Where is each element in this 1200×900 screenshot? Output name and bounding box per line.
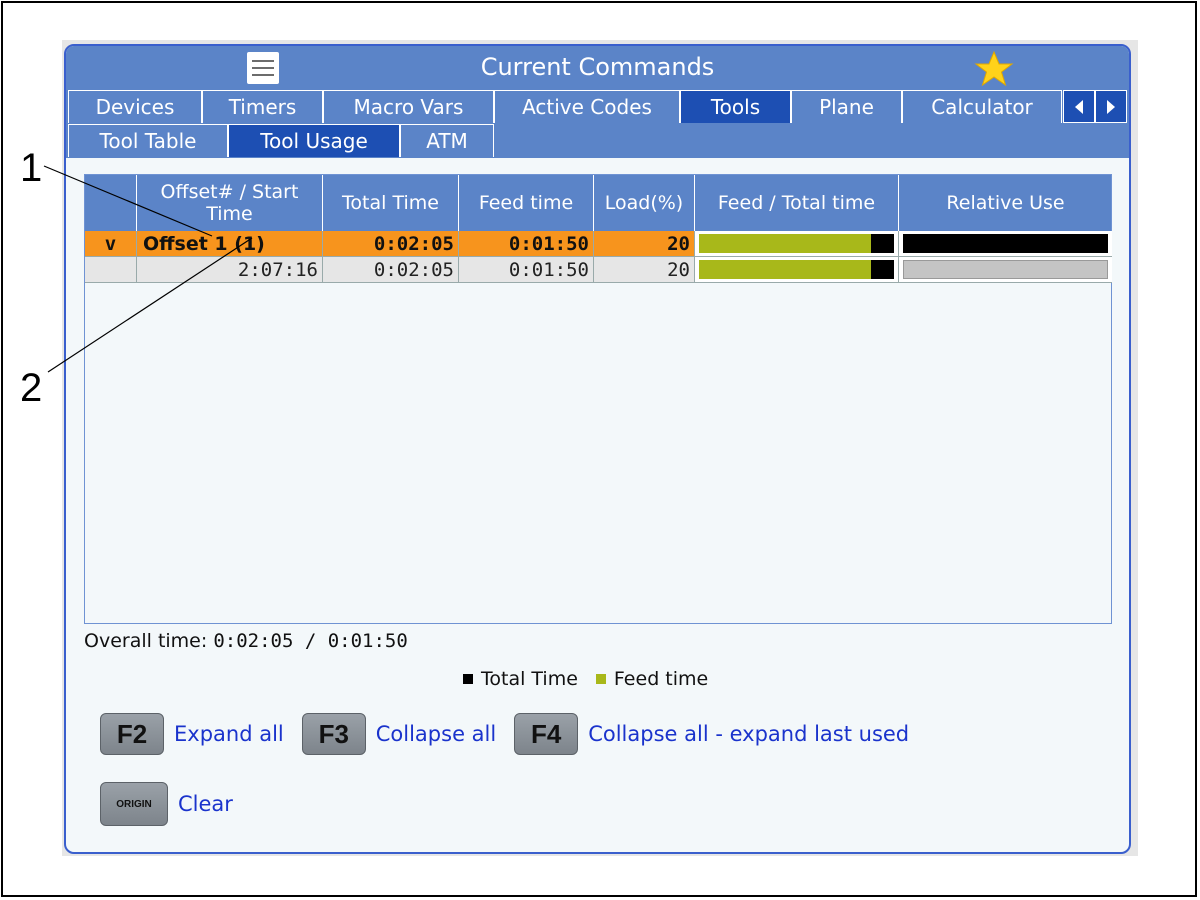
- f3-key[interactable]: F3: [301, 713, 366, 755]
- origin-label: Clear: [178, 792, 233, 816]
- subtab-atm[interactable]: ATM: [400, 124, 494, 157]
- feed-total-bar-cell: [695, 257, 899, 283]
- origin-key[interactable]: ORIGIN: [100, 782, 168, 826]
- load-cell: 20: [594, 257, 695, 283]
- f3-label: Collapse all: [375, 722, 497, 746]
- legend-feed-time: Feed time: [613, 668, 709, 690]
- tab-macro-vars[interactable]: Macro Vars: [323, 90, 494, 123]
- tab-devices[interactable]: Devices: [68, 90, 202, 123]
- legend-swatch-total: [463, 674, 473, 684]
- tab-tools[interactable]: Tools: [680, 90, 791, 123]
- callout-2: 2: [20, 366, 43, 410]
- tab-timers[interactable]: Timers: [202, 90, 323, 123]
- tab-row: Devices Timers Macro Vars Active Codes T…: [66, 90, 1129, 124]
- total-time-bar: [699, 234, 894, 253]
- overall-time-value: 0:02:05 / 0:01:50: [213, 630, 408, 652]
- table-row[interactable]: v Offset 1 (1) 0:02:05 0:01:50 20: [85, 231, 1112, 257]
- header-expander: [85, 175, 137, 231]
- header-feed-time: Feed time: [459, 175, 594, 231]
- origin-key-row: ORIGIN Clear: [100, 782, 251, 826]
- current-commands-window: Current Commands Devices Timers Macro Va…: [64, 44, 1131, 854]
- f2-label: Expand all: [174, 722, 284, 746]
- f4-key[interactable]: F4: [514, 713, 579, 755]
- callout-1: 1: [20, 146, 43, 190]
- relative-use-track: [903, 234, 1108, 253]
- header-feed-total-time: Feed / Total time: [695, 175, 899, 231]
- feed-time-cell: 0:01:50: [459, 231, 594, 257]
- feed-time-bar: [699, 234, 871, 253]
- feed-time-cell: 0:01:50: [459, 257, 594, 283]
- tab-plane[interactable]: Plane: [791, 90, 902, 123]
- arrow-left-icon[interactable]: [1063, 90, 1095, 123]
- legend: Total Time Feed time: [463, 668, 708, 690]
- overall-time-label: Overall time:: [84, 630, 208, 652]
- f2-key[interactable]: F2: [100, 713, 164, 755]
- header-total-time: Total Time: [323, 175, 459, 231]
- arrow-right-icon[interactable]: [1095, 90, 1127, 123]
- expander-toggle[interactable]: v: [85, 231, 137, 257]
- tab-active-codes[interactable]: Active Codes: [494, 90, 680, 123]
- window-title: Current Commands: [480, 53, 715, 81]
- legend-swatch-feed: [595, 674, 606, 684]
- offset-cell: Offset 1 (1): [137, 231, 323, 257]
- relative-use-bar: [903, 234, 1108, 253]
- relative-use-cell: [899, 231, 1112, 257]
- total-time-cell: 0:02:05: [323, 231, 459, 257]
- subtab-tool-usage[interactable]: Tool Usage: [228, 124, 400, 157]
- header-offset-start-time: Offset# / Start Time: [137, 175, 323, 231]
- table-header: Offset# / Start Time Total Time Feed tim…: [85, 175, 1111, 231]
- tool-usage-table: Offset# / Start Time Total Time Feed tim…: [84, 174, 1112, 624]
- header-relative-use: Relative Use: [946, 192, 1065, 214]
- total-time-cell: 0:02:05: [323, 257, 459, 283]
- load-cell: 20: [594, 231, 695, 257]
- f4-label: Collapse all - expand last used: [588, 722, 910, 746]
- relative-use-bar: [904, 261, 1107, 278]
- relative-use-cell: [899, 257, 1112, 283]
- tab-calculator[interactable]: Calculator: [902, 90, 1062, 123]
- overall-time: Overall time: 0:02:05 / 0:01:50: [84, 630, 408, 652]
- relative-use-track: [903, 260, 1108, 279]
- subtab-tool-table[interactable]: Tool Table: [68, 124, 228, 157]
- title-bar: Current Commands: [66, 46, 1129, 90]
- header-load: Load(%): [594, 175, 695, 231]
- total-time-bar: [699, 260, 894, 279]
- subtab-row: Tool Table Tool Usage ATM: [66, 124, 1129, 158]
- function-key-row: F2 Expand all F3 Collapse all F4 Collaps…: [100, 712, 927, 756]
- star-icon[interactable]: [974, 50, 1014, 88]
- feed-total-bar-cell: [695, 231, 899, 257]
- table-row[interactable]: 2:07:16 0:02:05 0:01:50 20: [85, 257, 1112, 283]
- feed-time-bar: [699, 260, 871, 279]
- legend-total-time: Total Time: [481, 668, 578, 690]
- start-time-cell: 2:07:16: [137, 257, 323, 283]
- expander-cell: [85, 257, 137, 283]
